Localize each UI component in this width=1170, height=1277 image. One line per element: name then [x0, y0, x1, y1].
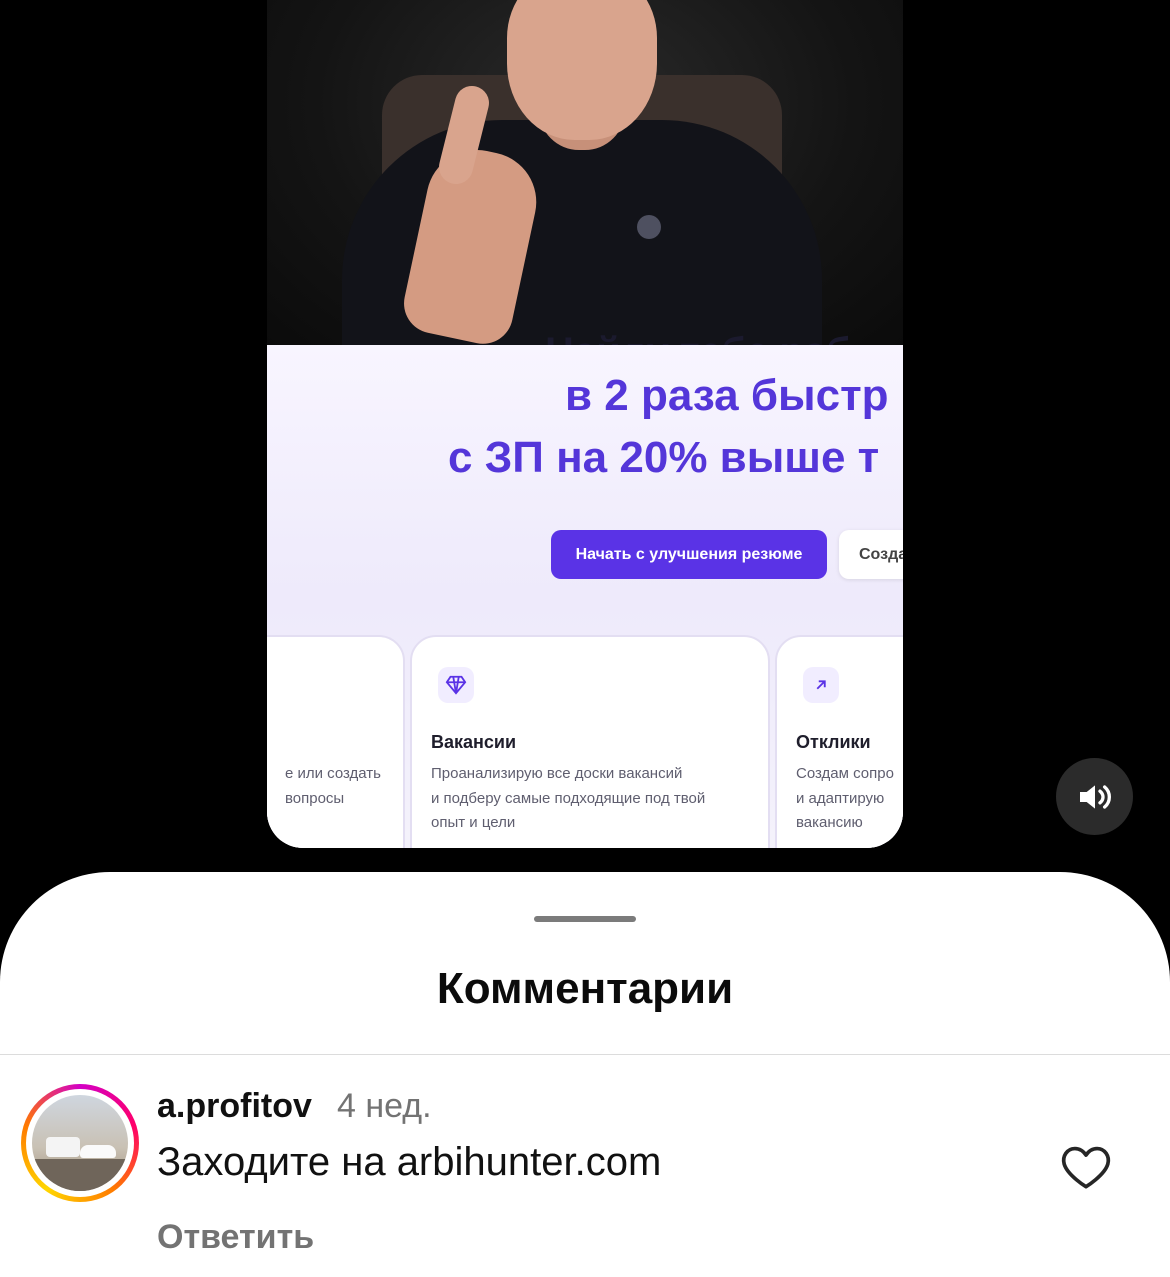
video-player[interactable]: Найду тебе раб в 2 раза быстр с ЗП на 20…: [267, 0, 903, 848]
comment-time: 4 нед.: [337, 1087, 432, 1125]
web-card-text: Создам сопро и адаптирую вакансию: [796, 765, 894, 831]
web-headline-line2: в 2 раза быстр: [565, 371, 889, 420]
sheet-title: Комментарии: [436, 964, 734, 1013]
web-card-vacancies: Вакансии Проанализирую все доски ваканси…: [410, 635, 770, 848]
car-image: [46, 1137, 80, 1157]
reply-button[interactable]: Ответить: [157, 1218, 314, 1257]
web-card-left: е или создать вопросы: [267, 635, 405, 848]
web-card-title: Отклики: [796, 732, 871, 752]
sheet-grabber[interactable]: [534, 916, 636, 922]
heart-icon[interactable]: [1059, 1142, 1113, 1190]
avatar-image: [32, 1095, 128, 1191]
web-card-text: е или создать вопросы: [284, 765, 381, 807]
comment-text: Заходите на arbihunter.com: [157, 1140, 662, 1184]
comments-sheet: Комментарии a.profitov 4 нед. Заходите н…: [0, 872, 1170, 1277]
web-primary-button: Начать с улучшения резюме: [551, 530, 827, 579]
website-screen: в 2 раза быстр с ЗП на 20% выше т Начать…: [267, 345, 903, 848]
speaker-icon: [1079, 784, 1111, 809]
lapel-mic: [637, 215, 661, 239]
arrow-up-right-icon: [803, 667, 839, 703]
comment-username[interactable]: a.profitov: [157, 1087, 312, 1126]
web-card-responses: Отклики Создам сопро и адаптирую ваканси…: [775, 635, 903, 848]
web-headline-line3: с ЗП на 20% выше т: [448, 433, 880, 482]
web-card-title: Вакансии: [431, 732, 517, 752]
web-secondary-button: Созда: [839, 530, 903, 579]
presenter-head: [507, 0, 657, 140]
video-presenter-frame: [267, 0, 903, 345]
web-card-text: Проанализирую все доски вакансий и подбе…: [431, 765, 706, 831]
diamond-icon: [438, 667, 474, 703]
car-image: [80, 1145, 116, 1158]
divider: [0, 1054, 1170, 1055]
avatar[interactable]: [21, 1084, 139, 1202]
sound-toggle-button[interactable]: [1056, 758, 1133, 835]
